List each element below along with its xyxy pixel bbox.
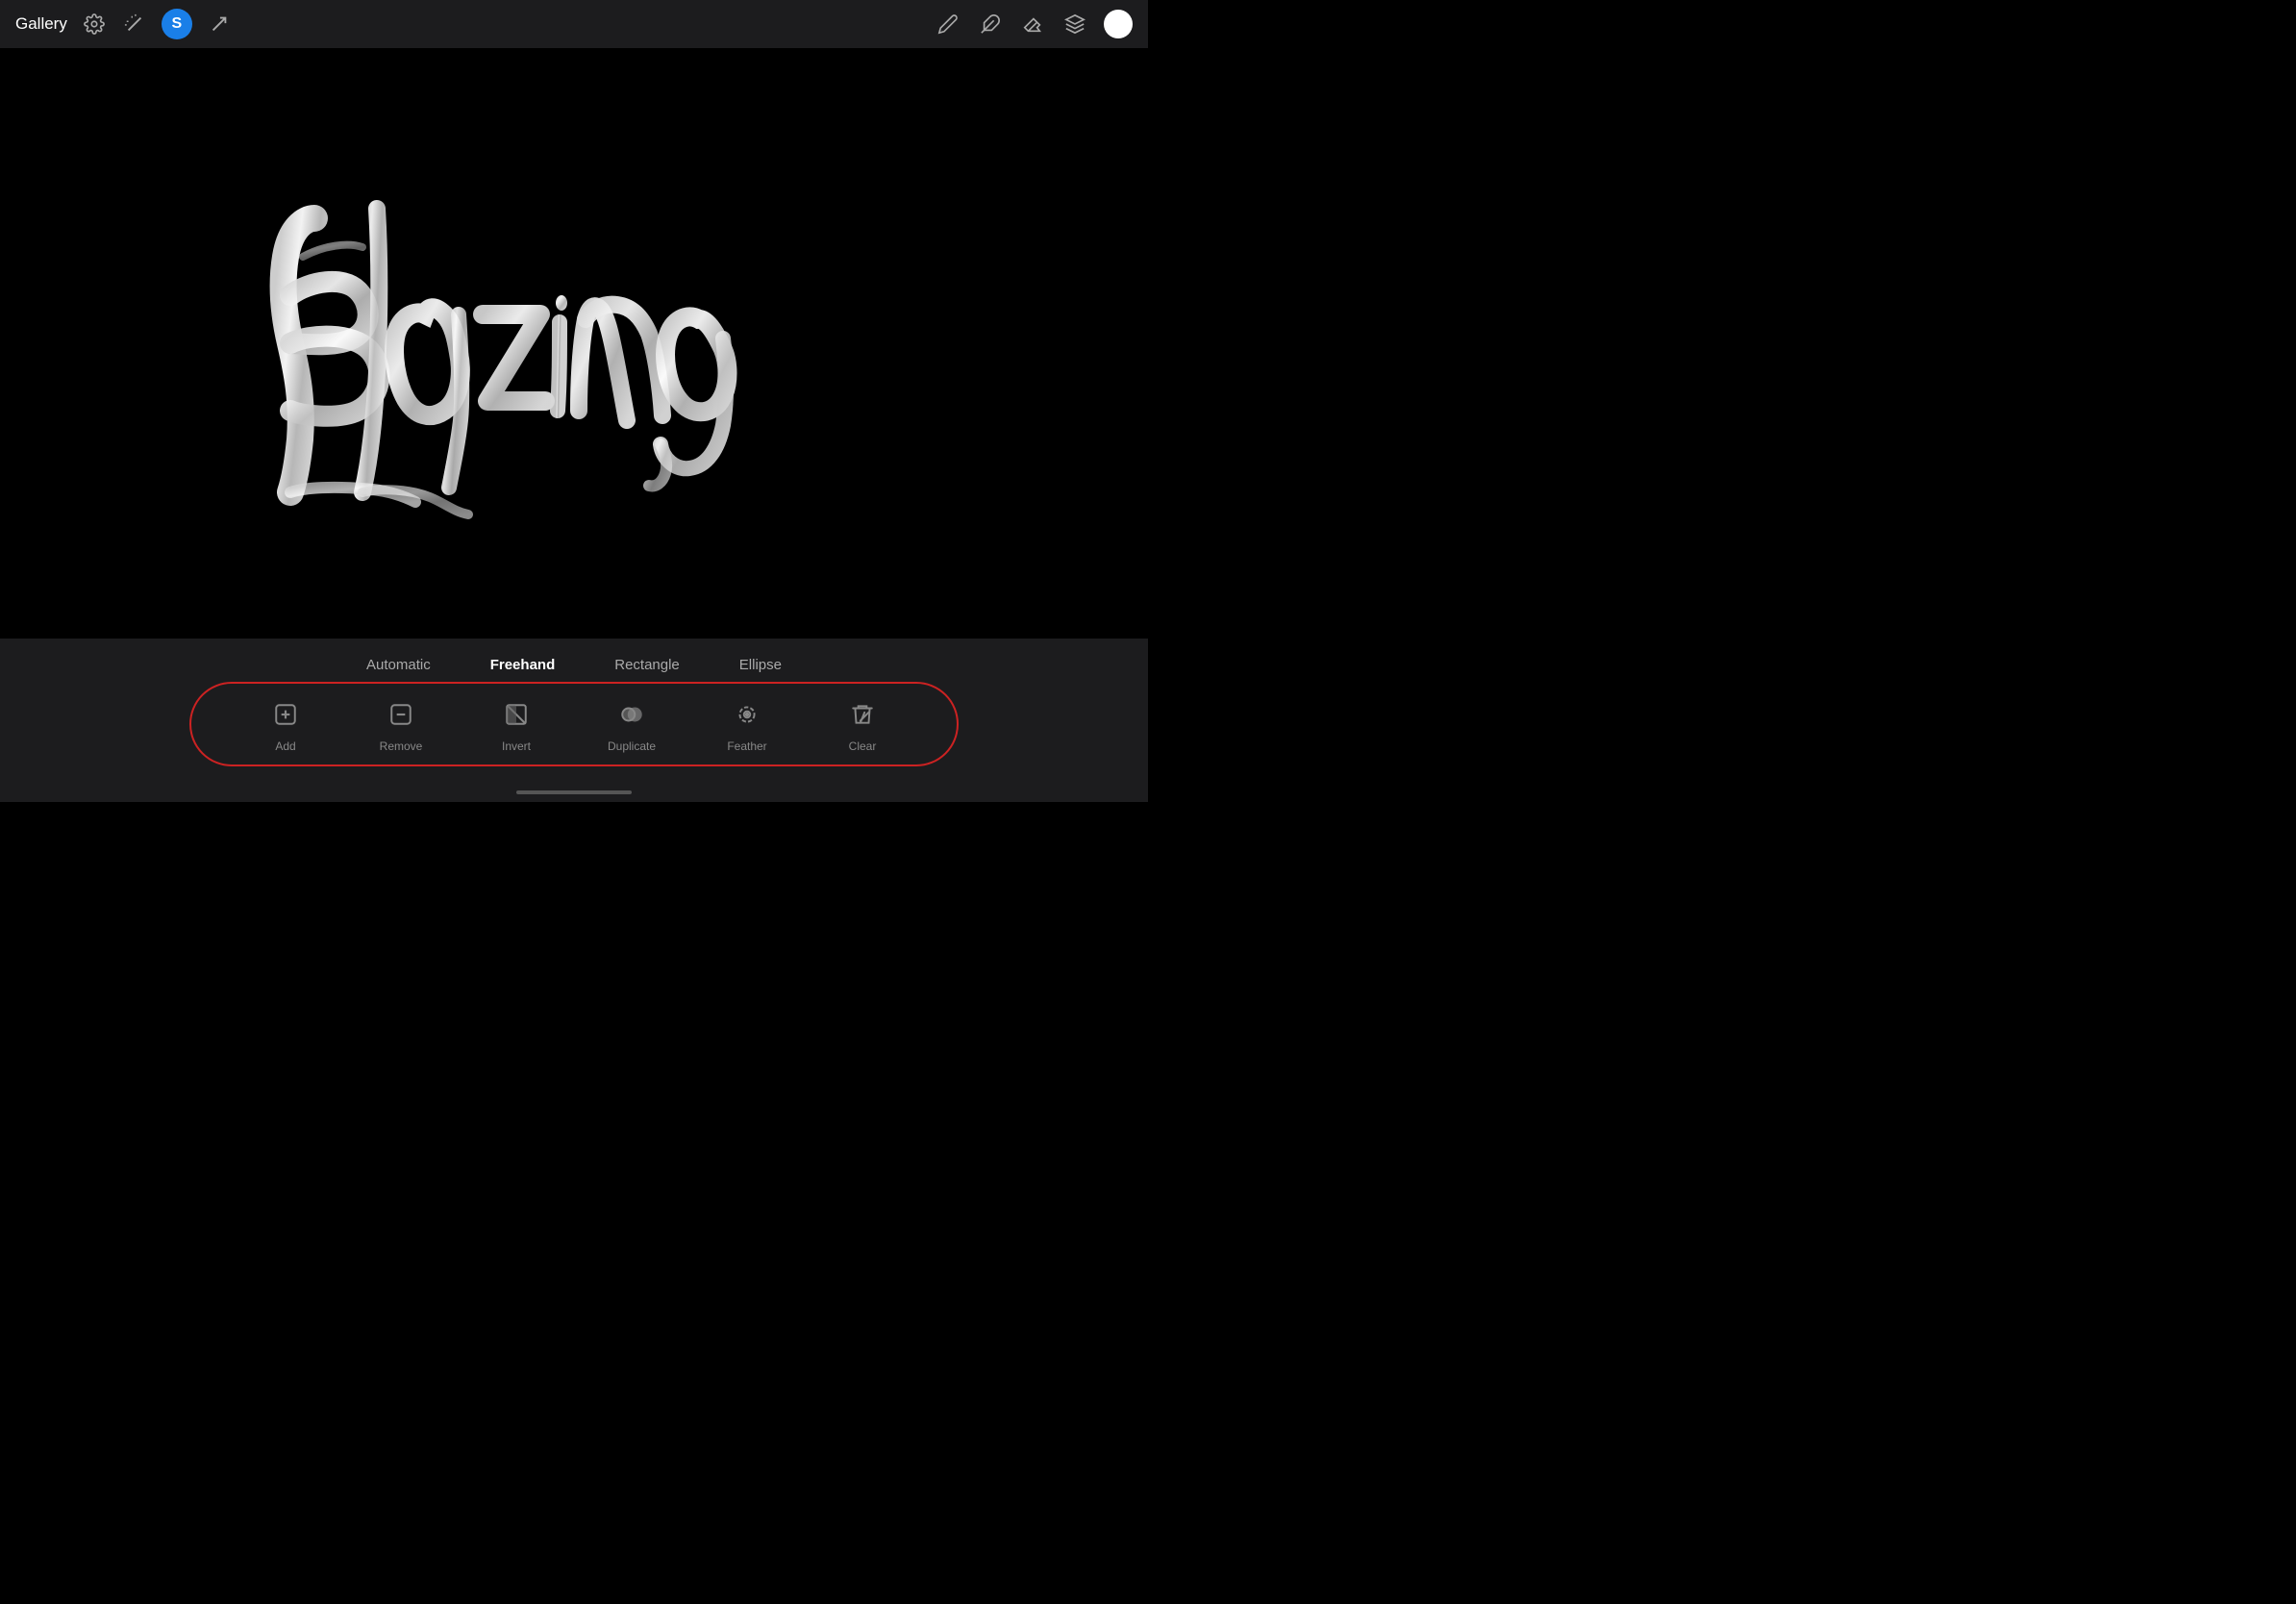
- clear-icon: [843, 695, 882, 734]
- tab-rectangle[interactable]: Rectangle: [585, 650, 710, 680]
- invert-label: Invert: [502, 739, 531, 753]
- bottom-panel: Automatic Freehand Rectangle Ellipse Add: [0, 639, 1148, 802]
- eraser-tool-icon[interactable]: [1019, 11, 1046, 38]
- magic-wand-icon[interactable]: [121, 11, 148, 38]
- layers-icon[interactable]: [1061, 11, 1088, 38]
- brush-tool-icon[interactable]: [935, 11, 961, 38]
- settings-icon[interactable]: [81, 11, 108, 38]
- remove-label: Remove: [380, 739, 423, 753]
- tab-automatic[interactable]: Automatic: [337, 650, 461, 680]
- toolbar-right: [935, 10, 1133, 38]
- duplicate-icon: [612, 695, 651, 734]
- tab-ellipse[interactable]: Ellipse: [710, 650, 811, 680]
- top-toolbar: Gallery S: [0, 0, 1148, 48]
- scroll-indicator: [516, 790, 632, 794]
- duplicate-button[interactable]: Duplicate: [574, 695, 689, 753]
- smudge-tool-icon[interactable]: [977, 11, 1004, 38]
- remove-button[interactable]: Remove: [343, 695, 459, 753]
- tab-freehand[interactable]: Freehand: [461, 650, 586, 680]
- tools-row: Add Remove Invert: [209, 695, 939, 753]
- clear-button[interactable]: Clear: [805, 695, 920, 753]
- user-avatar[interactable]: [1104, 10, 1133, 38]
- smudge-label: S: [172, 15, 183, 33]
- feather-label: Feather: [727, 739, 766, 753]
- feather-icon: [728, 695, 766, 734]
- invert-icon: [497, 695, 536, 734]
- transform-icon[interactable]: [206, 11, 233, 38]
- remove-icon: [382, 695, 420, 734]
- duplicate-label: Duplicate: [608, 739, 656, 753]
- feather-button[interactable]: Feather: [689, 695, 805, 753]
- add-button[interactable]: Add: [228, 695, 343, 753]
- smudge-active-icon[interactable]: S: [162, 9, 192, 39]
- selection-tabs: Automatic Freehand Rectangle Ellipse: [337, 650, 811, 680]
- invert-button[interactable]: Invert: [459, 695, 574, 753]
- add-icon: [266, 695, 305, 734]
- clear-label: Clear: [849, 739, 877, 753]
- add-label: Add: [275, 739, 295, 753]
- toolbar-left: Gallery S: [15, 9, 233, 39]
- gallery-button[interactable]: Gallery: [15, 14, 67, 34]
- canvas-artwork: [237, 151, 911, 536]
- canvas-area: [0, 48, 1148, 639]
- blazing-svg-art: [237, 151, 911, 536]
